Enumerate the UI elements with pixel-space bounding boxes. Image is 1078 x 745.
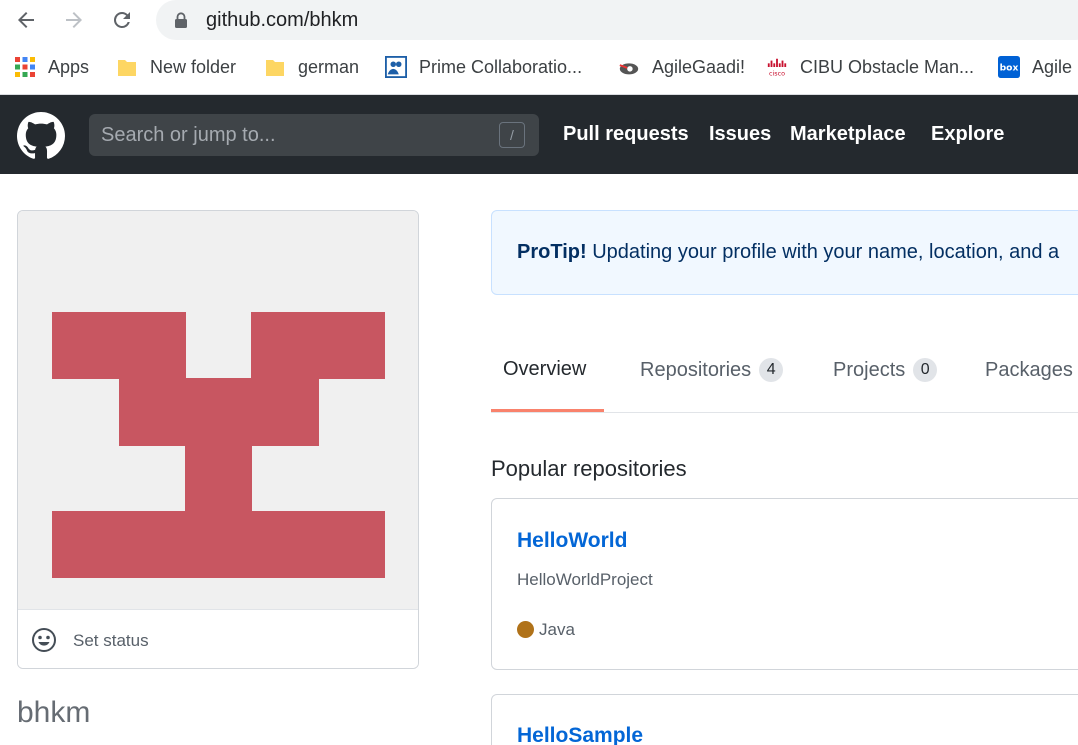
bookmark-apps[interactable]: Apps [14,54,89,80]
search-input[interactable] [101,114,481,156]
protip-banner: ProTip! Updating your profile with your … [491,210,1078,295]
cisco-icon: cisco [767,58,787,77]
bookmark-label: german [298,56,360,77]
bookmark-label: Agile [1032,56,1073,77]
profile-tabs: Overview Repositories 4 Projects 0 Packa… [491,340,1078,413]
url-text[interactable]: github.com/bhkm [206,9,358,32]
profile-username: bhkm [17,696,91,729]
folder-icon [266,60,284,76]
set-status-label: Set status [73,631,149,650]
box-icon: box [998,56,1020,78]
bookmark-cibu[interactable]: cisco CIBU Obstacle Man... [766,54,974,80]
folder-icon [118,60,136,76]
avatar[interactable] [18,211,418,609]
active-tab-underline [491,409,604,412]
svg-text:box: box [1000,63,1019,74]
bookmark-german[interactable]: german [264,54,359,80]
reload-icon [114,11,130,28]
bookmarks-bar: Apps New folder german Prime Collaborati… [0,40,1078,95]
bookmark-label: New folder [150,56,237,77]
github-search: / [89,114,539,156]
protip-body: Updating your profile with your name, lo… [586,241,1060,263]
prime-collaboration-icon [385,56,407,78]
tab-projects[interactable]: Projects 0 [833,358,938,382]
svg-text:cisco: cisco [769,69,785,77]
identicon-image [52,312,385,578]
tab-label: Repositories [640,358,752,381]
repositories-count-badge: 4 [759,358,784,382]
github-logo-icon[interactable] [17,112,65,160]
smiley-icon [32,628,56,652]
bookmark-label: CIBU Obstacle Man... [800,56,975,77]
bookmark-label: AgileGaadi! [652,56,746,77]
nav-issues[interactable]: Issues [709,123,771,146]
back-arrow-icon [18,12,34,28]
tab-label: Overview [503,358,587,380]
github-header: / Pull requests Issues Marketplace Explo… [0,95,1078,174]
profile-avatar-card: Set status [17,210,419,669]
reload-button[interactable] [108,6,136,34]
set-status-button[interactable]: Set status [18,609,418,668]
back-button[interactable] [12,6,40,34]
nav-pull-requests[interactable]: Pull requests [563,123,689,146]
repo-card: HelloSample [491,694,1078,745]
language-color-dot [517,621,534,638]
agilegaadi-icon [619,63,639,75]
tab-packages[interactable]: Packages 0 [985,358,1078,382]
projects-count-badge: 0 [913,358,938,382]
lock-icon [175,12,187,28]
repo-name-link[interactable]: HelloSample [517,724,643,745]
repo-card: HelloWorld HelloWorldProject Java [491,498,1078,670]
tab-overview[interactable]: Overview [503,358,586,381]
bookmark-agile[interactable]: box Agile [998,54,1072,80]
bookmark-agilegaadi[interactable]: AgileGaadi! [618,54,745,80]
popular-repositories-heading: Popular repositories [491,456,687,481]
slash-shortcut-badge: / [499,122,525,148]
repo-language: Java [539,620,575,639]
tab-label: Packages [985,358,1073,381]
bookmark-label: Prime Collaboratio... [419,56,583,77]
protip-label: ProTip! [517,241,587,263]
bookmark-label: Apps [48,56,90,77]
browser-toolbar: github.com/bhkm [0,0,1078,40]
nav-explore[interactable]: Explore [931,123,1004,146]
forward-button[interactable] [60,6,88,34]
protip-message: ProTip! Updating your profile with your … [517,241,1059,264]
nav-marketplace[interactable]: Marketplace [790,123,906,146]
apps-grid-icon [15,57,35,77]
forward-arrow-icon [66,12,82,28]
repo-description: HelloWorldProject [517,570,653,589]
repo-name-link[interactable]: HelloWorld [517,529,627,553]
bookmark-new-folder[interactable]: New folder [116,54,236,80]
bookmark-prime-collaboration[interactable]: Prime Collaboratio... [385,54,582,80]
tab-label: Projects [833,358,906,381]
tab-repositories[interactable]: Repositories 4 [640,358,784,382]
